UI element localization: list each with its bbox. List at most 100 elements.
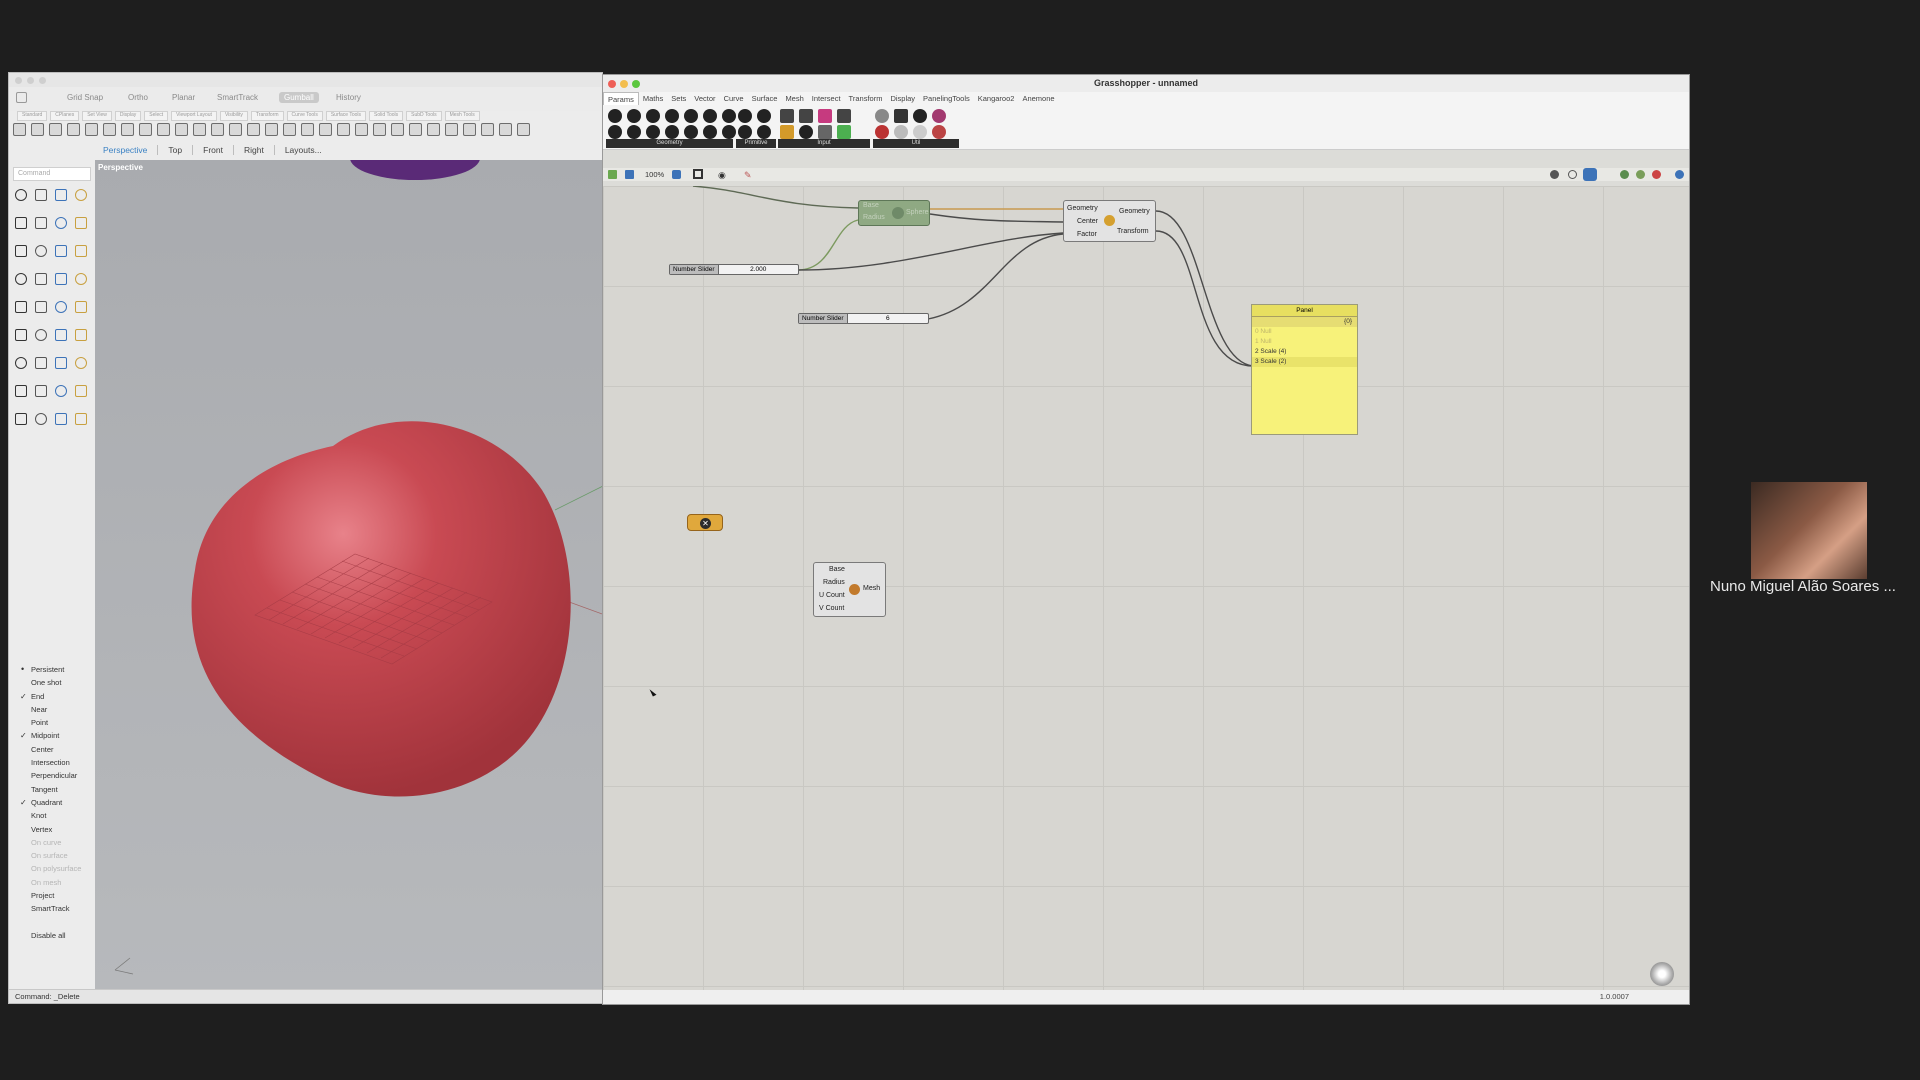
param-icon[interactable] [684,125,698,139]
grid-icon[interactable] [55,385,67,397]
curve-icon[interactable] [55,217,67,229]
boolean-icon[interactable] [15,329,27,341]
fillet-icon[interactable] [35,245,47,257]
text-icon[interactable] [15,357,27,369]
scale-input-center[interactable]: Center [1077,218,1098,225]
undo-icon[interactable] [157,123,170,136]
sphere-output[interactable]: Sphere [906,209,929,216]
param-icon[interactable] [738,125,752,139]
osnap-item[interactable]: End [17,690,97,704]
tab-front[interactable]: Front [193,145,234,155]
mesh-input-base[interactable]: Base [829,566,845,573]
open-icon[interactable] [31,123,44,136]
red-sphere-mesh[interactable] [191,421,571,797]
move-icon[interactable] [193,123,206,136]
cut-icon[interactable] [103,123,116,136]
tab-surface[interactable]: Surface [748,92,782,105]
pan-icon[interactable] [175,123,188,136]
mesh-output[interactable]: Mesh [863,585,880,592]
export-icon[interactable] [85,123,98,136]
sphere-icon[interactable] [35,273,47,285]
mesh-input-ucount[interactable]: U Count [819,592,845,599]
tab-params[interactable]: Params [603,92,639,105]
param-icon[interactable] [646,125,660,139]
zoom-extents-icon[interactable] [693,169,703,179]
osnap-item[interactable]: Tangent [17,783,97,796]
snap-history[interactable]: History [336,93,361,102]
point-icon[interactable] [373,123,386,136]
properties-icon[interactable] [481,123,494,136]
polygon-icon[interactable] [75,217,87,229]
tab-curve[interactable]: Curve [720,92,748,105]
check-icon[interactable] [35,413,47,425]
flask-icon[interactable] [932,125,946,139]
rotate-view-icon[interactable] [283,123,296,136]
snap-planar[interactable]: Planar [172,93,195,102]
hatch-icon[interactable] [55,357,67,369]
sketch-icon[interactable]: ✎ [744,170,752,181]
layer-icon[interactable] [35,385,47,397]
button-icon[interactable] [799,109,813,123]
lock-icon[interactable] [409,123,422,136]
tab-vector[interactable]: Vector [690,92,719,105]
toolbar-tab[interactable]: Mesh Tools [444,111,480,121]
new-file-icon[interactable] [13,123,26,136]
zoom-selected-icon[interactable] [265,123,278,136]
offset-icon[interactable] [55,245,67,257]
dimension-icon[interactable] [35,357,47,369]
toolbar-tab[interactable]: CPlanes [50,111,80,121]
snap-ortho[interactable]: Ortho [128,93,148,102]
print-icon[interactable] [67,123,80,136]
ribbon-label-input[interactable]: Input [778,139,870,148]
osnap-item[interactable]: Perpendicular [17,769,97,782]
file-save-icon[interactable] [625,170,634,179]
toolbar-tab[interactable]: Select [144,111,169,121]
number-slider-1[interactable]: Number Slider 2.000 [669,264,799,275]
tab-perspective[interactable]: Perspective [93,145,159,155]
trim-icon[interactable] [55,329,67,341]
join-icon[interactable] [75,329,87,341]
copy-icon[interactable] [121,123,134,136]
tab-display[interactable]: Display [886,92,919,105]
preview-eye-icon[interactable]: ◉ [718,170,726,181]
param-icon[interactable] [722,125,736,139]
sphere-input-radius[interactable]: Radius [863,214,885,221]
circle-icon[interactable] [15,217,27,229]
toolbar-tab[interactable]: Display [114,111,142,121]
osnap-item[interactable]: Near [17,703,97,716]
scale-output-transform[interactable]: Transform [1117,228,1149,235]
tab-mesh[interactable]: Mesh [781,92,807,105]
toolbar-tab[interactable]: Surface Tools [325,111,367,121]
gradient-icon[interactable] [837,109,851,123]
tab-sets[interactable]: Sets [667,92,690,105]
display-settings-icon[interactable] [1675,170,1684,179]
tab-transform[interactable]: Transform [845,92,887,105]
patch-icon[interactable] [75,301,87,313]
toolbar-tab[interactable]: Curve Tools [286,111,323,121]
toolbar-tab[interactable]: Standard [17,111,48,121]
zoom-window-icon[interactable] [229,123,242,136]
param-icon[interactable] [757,125,771,139]
param-icon[interactable] [608,109,622,123]
tab-kangaroo2[interactable]: Kangaroo2 [974,92,1019,105]
polyline-icon[interactable] [55,189,67,201]
cluster-icon[interactable] [875,125,889,139]
sweep-icon[interactable] [55,301,67,313]
zoom-dot-icon[interactable] [39,77,46,84]
fitness-icon[interactable] [894,125,908,139]
select-icon[interactable] [337,123,350,136]
mesh-icon[interactable] [15,385,27,397]
osnap-item[interactable]: On surface [17,849,97,862]
param-icon[interactable] [627,125,641,139]
display-mode-icon[interactable] [463,123,476,136]
tab-right[interactable]: Right [234,145,275,155]
osnap-item[interactable]: On mesh [17,876,97,889]
cylinder-icon[interactable] [55,273,67,285]
slider-icon[interactable] [780,125,794,139]
toolbar-tab[interactable]: Transform [250,111,284,121]
select-icon[interactable] [15,189,27,201]
osnap-item[interactable]: Knot [17,809,97,822]
text-panel[interactable]: Panel {0} 0 Null 1 Null 2 Scale (4) 3 Sc… [1251,304,1358,435]
osnap-item[interactable]: Center [17,743,97,756]
osnap-item[interactable]: Persistent [17,663,97,677]
